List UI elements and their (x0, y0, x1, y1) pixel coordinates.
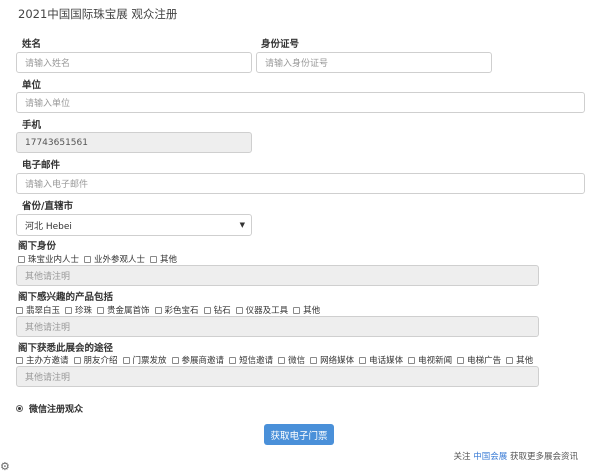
checkbox[interactable] (97, 306, 105, 314)
id-card-label: 身份证号 (261, 39, 300, 50)
checkbox[interactable] (154, 306, 162, 314)
checkbox[interactable] (408, 356, 416, 364)
interest-option-precious-metal[interactable]: 贵金属首饰 (97, 304, 150, 316)
province-select[interactable]: 河北 Hebei ▼ (16, 214, 252, 236)
interest-option-diamond[interactable]: 钻石 (203, 304, 231, 316)
channel-option-other[interactable]: 其他 (506, 354, 533, 366)
interest-other-input[interactable]: 其他请注明 (16, 316, 539, 337)
checkbox[interactable] (171, 356, 179, 364)
channel-other-input[interactable]: 其他请注明 (16, 366, 539, 387)
gear-icon[interactable]: ⚙ (0, 460, 10, 473)
id-card-input[interactable]: 请输入身份证号 (256, 52, 492, 73)
checkbox[interactable] (16, 356, 23, 364)
checkbox[interactable] (359, 356, 367, 364)
identity-option-other[interactable]: 其他 (150, 253, 177, 265)
footer-note: 关注 中国会展 获取更多展会资讯 (453, 452, 578, 462)
wechat-register-option[interactable]: 微信注册观众 (16, 402, 83, 415)
chevron-down-icon: ▼ (239, 221, 245, 229)
wechat-register-label: 微信注册观众 (29, 405, 84, 415)
checkbox[interactable] (310, 356, 318, 364)
checkbox[interactable] (150, 255, 158, 263)
footer-link[interactable]: 中国会展 (473, 452, 507, 462)
interest-options: 翡翠白玉 珍珠 贵金属首饰 彩色宝石 钻石 仪器及工具 其他 (16, 304, 325, 316)
email-label: 电子邮件 (22, 160, 61, 171)
get-ticket-button[interactable]: 获取电子门票 (264, 424, 334, 445)
checkbox[interactable] (203, 306, 211, 314)
channel-option-sms[interactable]: 短信邀请 (229, 354, 273, 366)
checkbox[interactable] (457, 356, 465, 364)
checkbox[interactable] (506, 356, 514, 364)
identity-options: 珠宝业内人士 业外参观人士 其他 (18, 253, 182, 265)
name-input[interactable]: 请输入姓名 (16, 52, 252, 73)
checkbox[interactable] (278, 356, 286, 364)
phone-field[interactable]: 17743651561 (16, 132, 252, 153)
identity-option-visitor[interactable]: 业外参观人士 (84, 253, 145, 265)
channel-option-exhibitor[interactable]: 参展商邀请 (171, 354, 224, 366)
interest-option-pearl[interactable]: 珍珠 (65, 304, 92, 316)
identity-option-industry[interactable]: 珠宝业内人士 (18, 253, 79, 265)
channel-options: 主办方邀请 朋友介绍 门票发放 参展商邀请 短信邀请 微信 网络媒体 电话媒体 … (16, 354, 538, 366)
interest-option-tools[interactable]: 仪器及工具 (235, 304, 288, 316)
checkbox[interactable] (18, 255, 25, 263)
channel-option-elevator[interactable]: 电梯广告 (457, 354, 501, 366)
province-label: 省份/直辖市 (22, 201, 73, 212)
page-title: 2021中国国际珠宝展 观众注册 (18, 7, 178, 21)
interest-option-other[interactable]: 其他 (293, 304, 320, 316)
channel-option-wechat[interactable]: 微信 (278, 354, 305, 366)
channel-label: 阁下获悉此展会的途径 (18, 343, 114, 354)
channel-option-web[interactable]: 网络媒体 (310, 354, 354, 366)
name-label: 姓名 (22, 39, 42, 50)
interest-option-jade[interactable]: 翡翠白玉 (16, 304, 60, 316)
interest-label: 阁下感兴趣的产品包括 (18, 292, 114, 303)
checkbox[interactable] (229, 356, 237, 364)
phone-label: 手机 (22, 120, 42, 131)
checkbox[interactable] (16, 306, 23, 314)
identity-other-input[interactable]: 其他请注明 (16, 265, 539, 286)
identity-label: 阁下身份 (18, 241, 57, 252)
channel-option-ticket[interactable]: 门票发放 (122, 354, 167, 366)
checkbox[interactable] (65, 306, 73, 314)
checkbox[interactable] (293, 306, 301, 314)
province-value: 河北 Hebei (25, 221, 72, 232)
radio-button[interactable] (16, 405, 23, 412)
checkbox[interactable] (84, 255, 92, 263)
checkbox[interactable] (122, 356, 130, 364)
email-input[interactable]: 请输入电子邮件 (16, 173, 585, 194)
channel-option-friend[interactable]: 朋友介绍 (73, 354, 118, 366)
channel-option-tv[interactable]: 电视新闻 (408, 354, 452, 366)
channel-option-organizer[interactable]: 主办方邀请 (16, 354, 69, 366)
channel-option-phone[interactable]: 电话媒体 (359, 354, 403, 366)
checkbox[interactable] (235, 306, 243, 314)
checkbox[interactable] (73, 356, 81, 364)
company-label: 单位 (22, 80, 42, 91)
company-input[interactable]: 请输入单位 (16, 92, 585, 113)
interest-option-gemstone[interactable]: 彩色宝石 (154, 304, 199, 316)
